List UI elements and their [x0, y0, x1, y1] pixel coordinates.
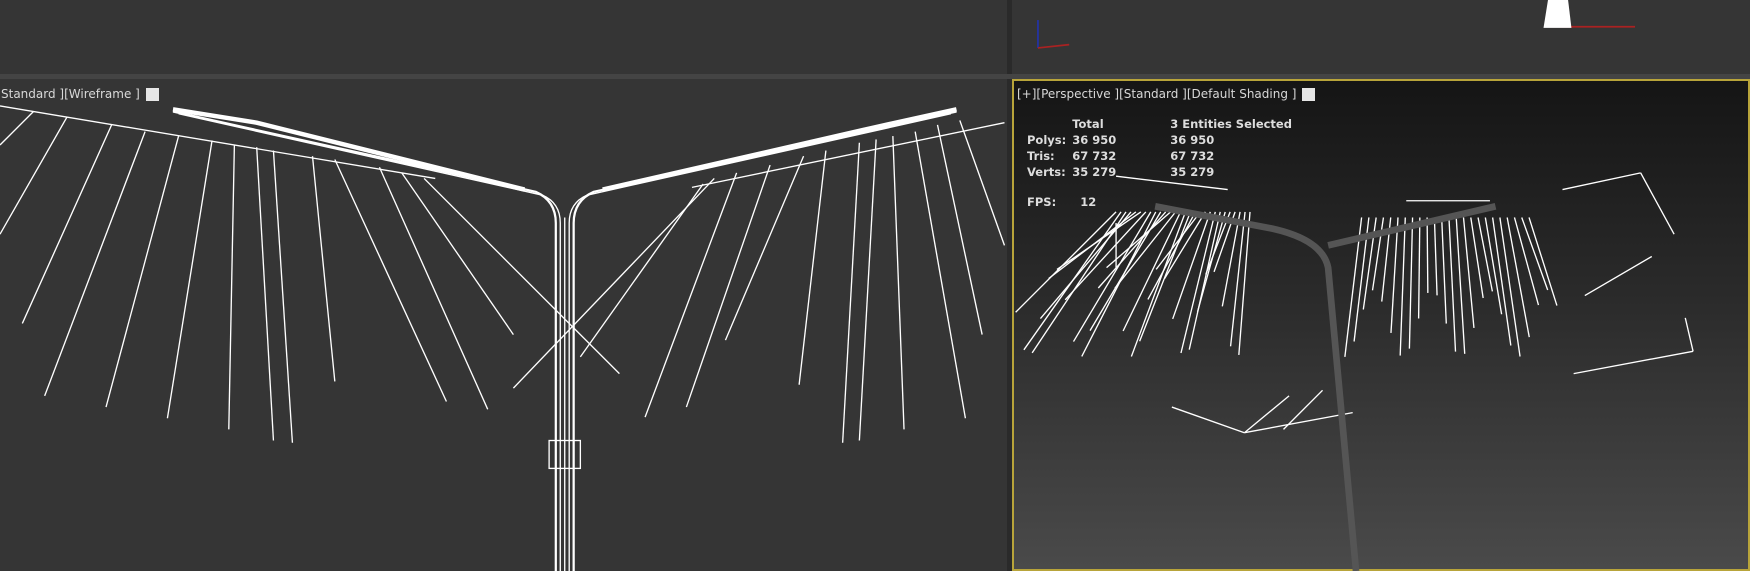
wire-line: [1015, 211, 1117, 313]
scene-geometry: [0, 0, 1694, 571]
wire-line: [1470, 217, 1484, 299]
wire-line: [1283, 389, 1324, 430]
wire-line: [1528, 217, 1558, 306]
wire-line: [1097, 211, 1167, 289]
wire-line: [1448, 217, 1457, 352]
wire-line: [798, 150, 827, 385]
wire-line: [1426, 217, 1429, 293]
wire-line: [1521, 217, 1549, 291]
wire-line: [1243, 395, 1290, 434]
wire-line: [914, 131, 967, 419]
wire-line: [959, 120, 1006, 246]
wire-line: [21, 124, 113, 324]
wire-line: [166, 140, 213, 419]
wire-line: [1562, 172, 1641, 191]
wire-line: [1441, 217, 1447, 324]
wire-line: [0, 111, 34, 146]
wire-line: [1462, 217, 1475, 329]
wire-line: [423, 177, 620, 375]
axis-gizmo-icon: [1037, 0, 1636, 49]
wire-line: [579, 183, 704, 358]
wire-line: [841, 142, 861, 443]
wire-line: [256, 147, 275, 441]
wire-line: [644, 172, 738, 418]
wire-line: [1417, 217, 1421, 319]
wire-line: [1506, 217, 1530, 338]
wire-line: [1584, 255, 1653, 297]
wire-line: [105, 135, 180, 408]
wire-line: [1684, 317, 1694, 352]
wire-line: [936, 124, 983, 335]
wire-line: [272, 150, 294, 443]
wire-line: [1171, 406, 1245, 434]
wire-line: [1640, 172, 1675, 235]
wire-line: [1115, 175, 1228, 191]
wire-line: [685, 164, 771, 408]
wire-line: [1229, 211, 1246, 347]
wire-line: [1188, 211, 1221, 350]
wire-line: [1238, 211, 1251, 355]
wire-line: [724, 155, 805, 341]
wire-line: [228, 144, 236, 430]
wire-line: [1399, 217, 1406, 356]
wire-line: [892, 136, 905, 430]
wire-line: [858, 139, 877, 441]
wire-line: [1056, 211, 1142, 271]
wire-line: [1408, 217, 1414, 349]
wire-line: [311, 156, 336, 382]
wire-line: [1244, 411, 1353, 434]
wire-line: [1172, 211, 1211, 320]
wire-line: [1491, 217, 1512, 346]
wire-line: [1573, 350, 1694, 375]
wire-line: [1455, 217, 1466, 354]
wire-line: [1390, 217, 1399, 333]
streetlight-wireframe-front: [0, 105, 1694, 571]
wire-line: [1122, 211, 1182, 332]
streetlight-perspective: [1154, 203, 1497, 571]
wire-line: [44, 131, 146, 397]
wire-line: [1433, 217, 1438, 296]
